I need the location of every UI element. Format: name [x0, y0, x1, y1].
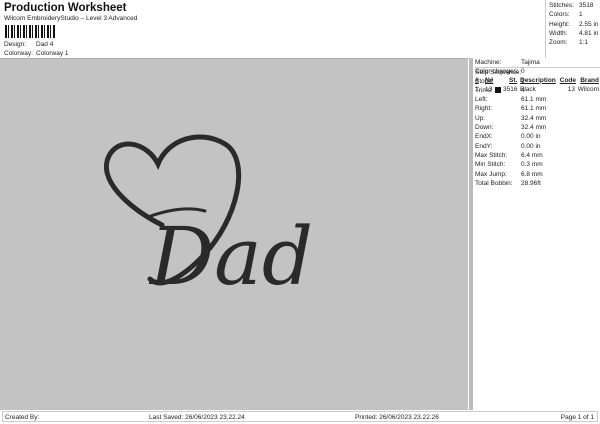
info-row: Max Stitch: 6.4 mm [475, 152, 600, 161]
stop-sequence-label: Stop Sequence: [475, 67, 600, 76]
info-row: Left: 61.1 mm [475, 96, 600, 105]
row-brand: Wilcom [577, 85, 599, 93]
info-row: EndY: 0.00 in [475, 143, 600, 152]
col-code: Code [559, 76, 576, 84]
design-text: Dad [148, 210, 313, 303]
colorway-value: Colorway 1 [36, 50, 69, 57]
info-row: Total Bobbin: 28.96ft [475, 180, 600, 189]
col-brand: Brand [580, 76, 599, 84]
summary-row: Stitches: 3518 [549, 2, 600, 11]
label: EndY: [475, 142, 493, 150]
summary-box: Stitches: 3518 Colors: 1 Height: 2.55 in Width… [545, 0, 600, 58]
label: Colors: [549, 11, 570, 19]
row-code: 13 [567, 85, 575, 93]
barcode [5, 25, 55, 38]
page-title: Production Worksheet [4, 2, 127, 14]
info-row: Right: 61.1 mm [475, 105, 600, 114]
label: Min Stitch: [475, 161, 506, 169]
value: 1 [579, 11, 583, 19]
label: Height: [549, 20, 570, 28]
value: 0.00 in [521, 142, 541, 150]
design-row: Design: Dad 4 [4, 41, 53, 48]
colorway-row: Colorway: Colorway 1 [4, 50, 69, 57]
printed: Printed: 26/06/2023 23.22.26 [355, 414, 439, 421]
value: Tajima [521, 59, 540, 66]
label: Stitches: [549, 2, 574, 9]
value: 3518 [579, 2, 594, 9]
value: 0.00 in [521, 133, 541, 141]
info-row: Up: 32.4 mm [475, 115, 600, 124]
summary-row: Height: 2.55 in [549, 21, 600, 30]
label: Right: [475, 105, 492, 113]
info-row: EndX: 0.00 in [475, 133, 600, 142]
row-st: 3516 [503, 85, 518, 93]
summary-row: Width: 4.81 in [549, 30, 600, 39]
value: 32.4 mm [521, 124, 547, 132]
label: Max Jump: [475, 170, 507, 178]
page-number: Page 1 of 1 [560, 414, 594, 421]
summary-row: Zoom: 1:1 [549, 39, 600, 48]
label: Max Stitch: [475, 151, 508, 159]
stop-sequence-header: # N# St. Description Code Brand [475, 77, 600, 86]
value: 6.8 mm [521, 170, 543, 178]
design-label: Design: [4, 41, 27, 48]
value: 61.1 mm [521, 96, 547, 104]
footer: Created By: Last Saved: 26/06/2023 23.22… [2, 411, 598, 422]
value: 0.3 mm [521, 161, 543, 169]
info-row: Min Stitch: 0.3 mm [475, 161, 600, 170]
value: 6.4 mm [521, 151, 543, 159]
info-row: Max Jump: 6.8 mm [475, 171, 600, 180]
label: Up: [475, 114, 486, 122]
info-panel: Machine: Tajima Color changes: 0 Stops: 1 Trim… [469, 58, 600, 410]
col-n: N# [485, 76, 494, 84]
col-num: # [475, 76, 479, 84]
label: Left: [475, 96, 488, 104]
row-desc: Black [520, 85, 536, 93]
label: Zoom: [549, 39, 568, 47]
label: Machine: [475, 59, 502, 66]
label: Down: [475, 124, 494, 132]
col-desc: Description [520, 76, 556, 84]
embroidery-design: Dad [103, 134, 313, 303]
value: 61.1 mm [521, 105, 547, 113]
value: 1:1 [579, 39, 589, 47]
label: Total Bobbin: [475, 179, 513, 187]
stop-row: 1. 13 3516 Black 13 Wilcom [475, 86, 600, 95]
row-num: 1. [475, 85, 481, 93]
row-n: 13 [485, 85, 493, 93]
design-canvas: Dad [0, 58, 468, 410]
value: 28.96ft [521, 179, 541, 187]
value: 2.55 in [579, 20, 599, 28]
label: Width: [549, 29, 568, 37]
last-saved: Last Saved: 26/06/2023 23.22.24 [149, 414, 245, 421]
col-st: St. [509, 76, 518, 84]
info-row: Down: 32.4 mm [475, 124, 600, 133]
color-swatch [495, 86, 501, 93]
value: 4.81 in [579, 29, 599, 37]
software-name: Wilcom EmbroideryStudio – Level 3 Advanc… [4, 15, 138, 22]
value: 32.4 mm [521, 114, 547, 122]
created-by: Created By: [5, 414, 40, 421]
label: EndX: [475, 133, 493, 141]
colorway-label: Colorway: [4, 50, 33, 57]
summary-row: Colors: 1 [549, 11, 600, 20]
design-value: Dad 4 [36, 41, 54, 48]
